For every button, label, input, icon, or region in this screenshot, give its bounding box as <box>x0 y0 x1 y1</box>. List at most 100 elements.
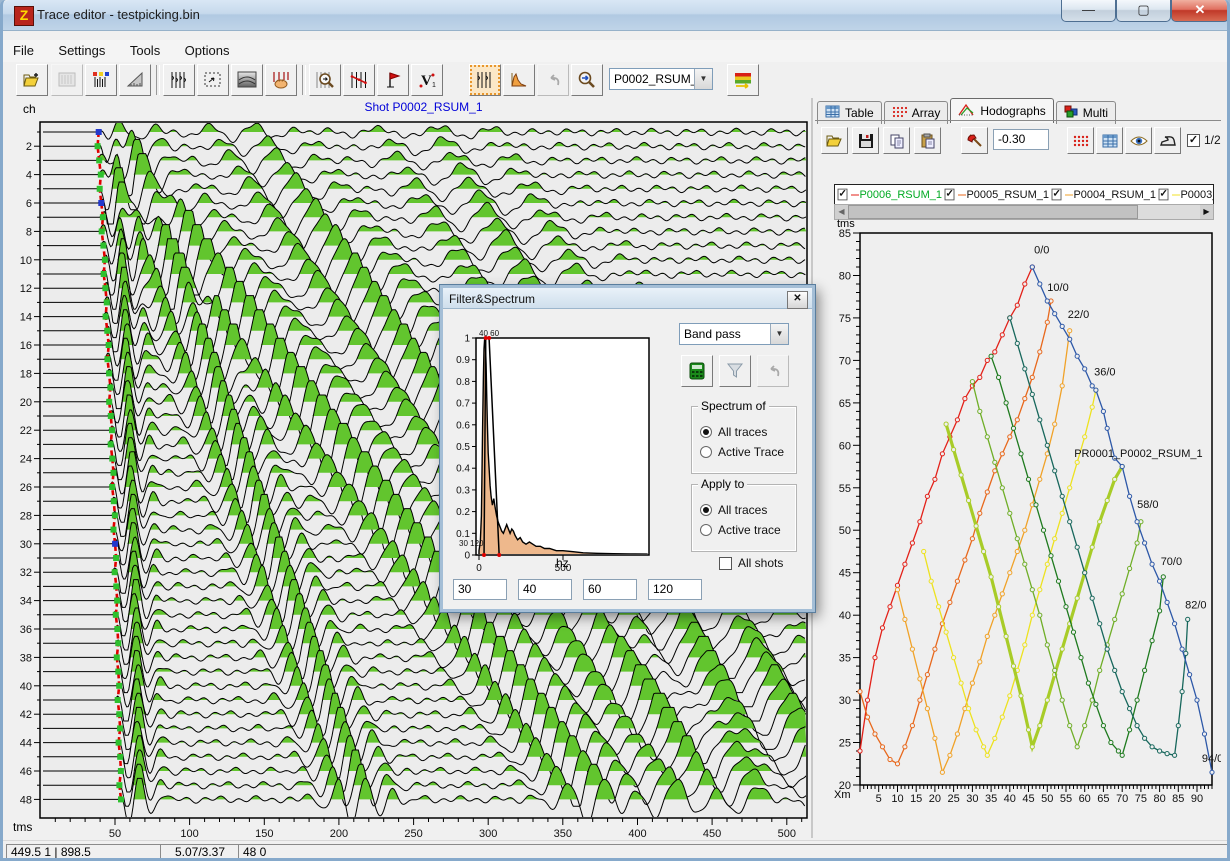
menu-file[interactable]: File <box>3 40 44 61</box>
filter-traces-icon <box>475 71 495 89</box>
spectrum-of-option[interactable]: Active Trace <box>700 445 796 459</box>
svg-text:0.7: 0.7 <box>456 399 470 410</box>
apply-filter-button[interactable] <box>719 355 751 387</box>
paste-button[interactable] <box>914 127 941 154</box>
trace-display-params-button[interactable] <box>85 64 117 96</box>
load-picks-button[interactable] <box>821 127 848 154</box>
filter-type-select[interactable]: Band pass ▼ <box>679 323 789 345</box>
smooth-button[interactable] <box>1154 127 1181 154</box>
window-title: Trace editor - testpicking.bin <box>37 7 200 22</box>
radio-icon[interactable] <box>700 446 712 458</box>
chevron-down-icon[interactable]: ▼ <box>770 324 788 344</box>
legend-item[interactable]: ✓P0003_RSUM_1 <box>1156 188 1214 201</box>
dialog-close-button[interactable]: ✕ <box>787 291 808 309</box>
copy-button[interactable] <box>883 127 910 154</box>
svg-text:20: 20 <box>839 780 851 792</box>
geometry-button[interactable] <box>119 64 151 96</box>
trace-table-button[interactable] <box>51 64 83 96</box>
copy-icon <box>889 133 905 149</box>
pick-hand-button[interactable] <box>265 64 297 96</box>
legend-item[interactable]: ✓P0004_RSUM_1 <box>1049 188 1156 201</box>
dialog-title-bar[interactable]: Filter&Spectrum ✕ <box>443 288 812 309</box>
svg-text:22/0: 22/0 <box>1068 309 1089 321</box>
array-icon <box>892 105 907 121</box>
apply-to-option[interactable]: All traces <box>700 503 796 517</box>
shot-selector[interactable]: P0002_RSUM_1 ▼ <box>609 68 713 90</box>
status-cursor: 449.5 1 | 898.5 <box>6 844 162 861</box>
apply-flow-button[interactable] <box>727 64 759 96</box>
menu-tools[interactable]: Tools <box>120 40 170 61</box>
svg-text:8: 8 <box>26 226 32 238</box>
filter-spectrum-dialog[interactable]: Filter&Spectrum ✕ 10.90.80.70.60.50.40.3… <box>440 285 815 612</box>
legend-item[interactable]: ✓P0006_RSUM_1 <box>835 188 942 201</box>
band-freq-field-1[interactable]: 30 <box>453 579 507 600</box>
minimize-button[interactable]: — <box>1061 0 1116 22</box>
svg-text:50: 50 <box>109 828 121 840</box>
svg-text:58/0: 58/0 <box>1137 499 1158 511</box>
pick-flag-button[interactable] <box>377 64 409 96</box>
hodograph-chart[interactable]: 5101520253035404550556065707580859020253… <box>815 210 1221 810</box>
undo-button[interactable] <box>537 64 569 96</box>
menu-settings[interactable]: Settings <box>48 40 115 61</box>
menu-options[interactable]: Options <box>175 40 240 61</box>
calculator-icon <box>689 362 705 380</box>
pick-line-button[interactable] <box>343 64 375 96</box>
wiggle-view-button[interactable] <box>163 64 195 96</box>
visibility-button[interactable] <box>1125 127 1152 154</box>
half-toggle[interactable]: ✓ 1/2 <box>1187 133 1221 147</box>
svg-text:25: 25 <box>947 793 959 805</box>
filter-spectrum-button[interactable] <box>469 64 501 96</box>
title-bar[interactable]: Z Trace editor - testpicking.bin — ▢ ✕ <box>3 0 1230 31</box>
radio-icon[interactable] <box>700 524 712 536</box>
svg-text:500: 500 <box>778 828 796 840</box>
open-folder-icon <box>22 71 42 89</box>
tab-underline <box>815 120 1221 121</box>
flow-stripes-icon <box>733 71 753 89</box>
chevron-down-icon[interactable]: ▼ <box>694 69 712 89</box>
legend-checkbox[interactable]: ✓ <box>838 189 848 201</box>
compute-spectrum-button[interactable] <box>681 355 713 387</box>
band-freq-field-4[interactable]: 120 <box>648 579 702 600</box>
spectrum-of-option[interactable]: All traces <box>700 425 796 439</box>
zoom-select-button[interactable] <box>197 64 229 96</box>
density-view-button[interactable] <box>231 64 263 96</box>
close-button[interactable]: ✕ <box>1171 0 1229 22</box>
all-shots-toggle[interactable]: All shots <box>719 556 783 570</box>
legend-checkbox[interactable]: ✓ <box>945 189 955 201</box>
svg-text:50: 50 <box>1041 793 1053 805</box>
undo-icon <box>544 72 562 88</box>
all-shots-checkbox[interactable] <box>719 557 732 570</box>
iron-icon <box>1159 134 1177 147</box>
legend-item[interactable]: ✓P0005_RSUM_1 <box>942 188 1049 201</box>
zoom-reset-button[interactable] <box>571 64 603 96</box>
velocity-button[interactable]: V1 <box>411 64 443 96</box>
band-freq-field-2[interactable]: 40 <box>518 579 572 600</box>
undo-filter-button[interactable] <box>757 355 789 387</box>
spectrum-button[interactable] <box>503 64 535 96</box>
svg-text:40 60: 40 60 <box>479 329 500 338</box>
half-checkbox[interactable]: ✓ <box>1187 134 1200 147</box>
zoom-traces-button[interactable] <box>309 64 341 96</box>
dialog-title: Filter&Spectrum <box>449 292 535 306</box>
save-picks-button[interactable] <box>852 127 879 154</box>
legend-checkbox[interactable]: ✓ <box>1159 189 1169 201</box>
open-file-button[interactable] <box>16 64 48 96</box>
radio-icon[interactable] <box>700 426 712 438</box>
table-view-button[interactable] <box>1096 127 1123 154</box>
array-view-button[interactable] <box>1067 127 1094 154</box>
apply-to-option[interactable]: Active trace <box>700 523 796 537</box>
svg-text:82/0: 82/0 <box>1185 599 1206 611</box>
svg-text:16: 16 <box>20 340 32 352</box>
svg-text:0.2: 0.2 <box>456 507 470 518</box>
svg-text:30: 30 <box>839 695 851 707</box>
radio-icon[interactable] <box>700 504 712 516</box>
delete-pick-button[interactable] <box>961 127 988 154</box>
svg-text:20: 20 <box>20 397 32 409</box>
legend-checkbox[interactable]: ✓ <box>1052 189 1062 201</box>
status-bar: 449.5 1 | 898.5 5.07/3.37 48 0 <box>3 840 1230 861</box>
maximize-button[interactable]: ▢ <box>1116 0 1171 22</box>
band-freq-field-3[interactable]: 60 <box>583 579 637 600</box>
svg-text:48: 48 <box>20 794 32 806</box>
shift-value-field[interactable]: -0.30 <box>993 129 1049 150</box>
svg-text:26: 26 <box>20 482 32 494</box>
